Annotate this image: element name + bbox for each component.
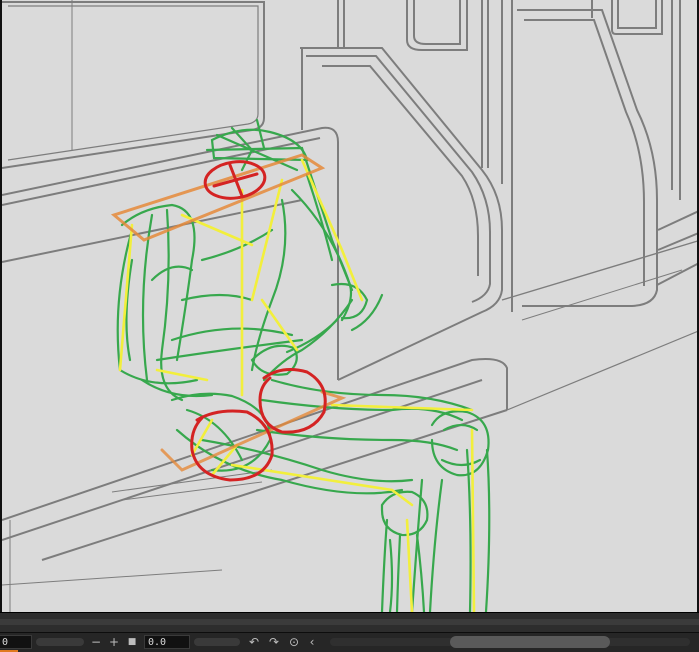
- plus-icon[interactable]: +: [106, 634, 122, 650]
- orange-planes-layer: [110, 153, 347, 472]
- lineart-layer: [2, 0, 697, 612]
- canvas-artwork: [2, 0, 697, 612]
- canvas-status-strip: [0, 612, 699, 633]
- minus-icon[interactable]: −: [88, 634, 104, 650]
- chevron-left-icon[interactable]: ‹: [304, 634, 320, 650]
- redo-icon[interactable]: ↷: [266, 634, 282, 650]
- frame-scrub-track[interactable]: [36, 638, 84, 646]
- app-window: 0 − + ■ 0.0 ↶ ↷ ⊙ ‹: [0, 0, 699, 652]
- timeline-bar: 0 − + ■ 0.0 ↶ ↷ ⊙ ‹: [0, 632, 699, 652]
- green-sketch-layer: [116, 118, 491, 612]
- drawing-canvas[interactable]: [0, 0, 699, 612]
- opacity-track[interactable]: [194, 638, 240, 646]
- record-icon[interactable]: ⊙: [286, 634, 302, 650]
- status-strip-band: [0, 619, 699, 625]
- square-stop-icon[interactable]: ■: [124, 634, 140, 650]
- timeline-scroll-thumb[interactable]: [450, 636, 610, 648]
- frame-field[interactable]: 0: [0, 635, 32, 649]
- undo-icon[interactable]: ↶: [246, 634, 262, 650]
- opacity-field[interactable]: 0.0: [144, 635, 190, 649]
